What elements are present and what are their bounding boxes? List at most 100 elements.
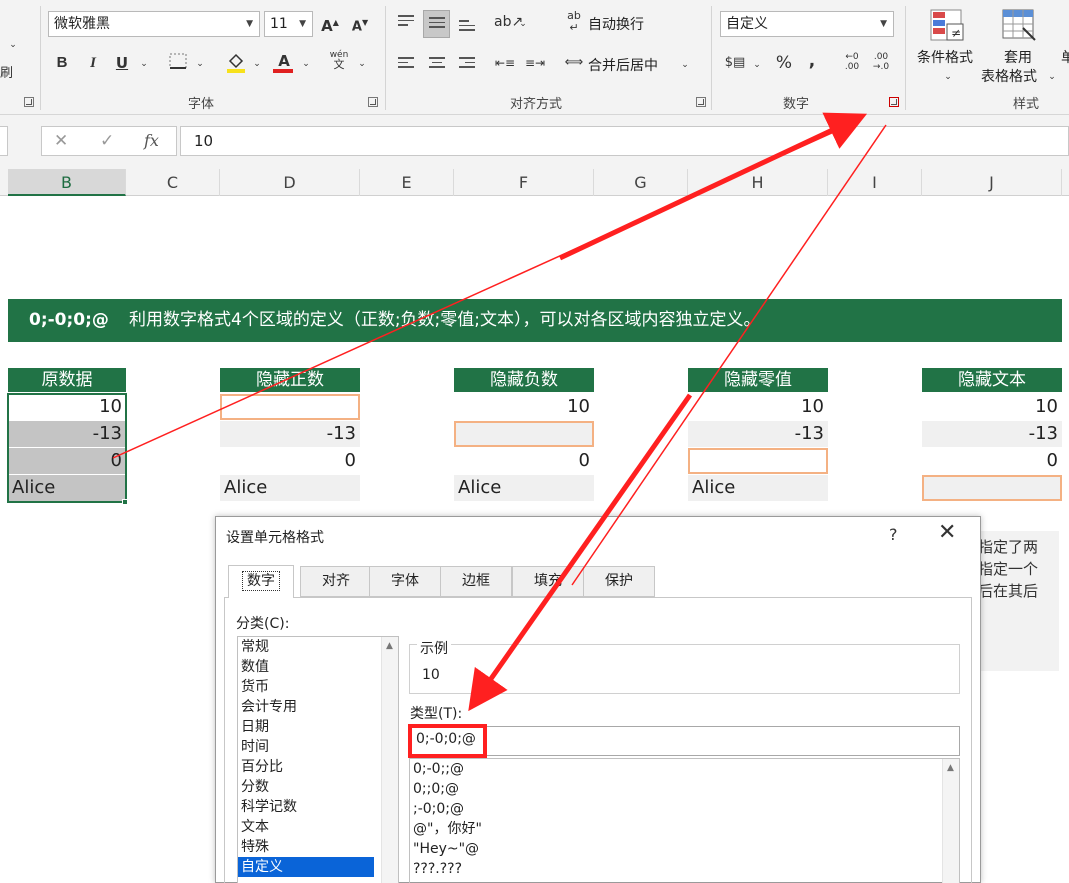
table-cell[interactable]: Alice — [688, 475, 828, 501]
chevron-down-icon[interactable]: ⌄ — [751, 54, 763, 76]
column-header-g[interactable]: G — [594, 169, 688, 196]
type-input[interactable] — [409, 726, 960, 756]
table-cell[interactable]: -13 — [688, 421, 828, 447]
comma-button[interactable]: , — [804, 50, 820, 72]
list-item[interactable]: 0;-0;;@ — [410, 759, 959, 779]
list-item[interactable]: ;-0;0;@ — [410, 799, 959, 819]
table-cell[interactable]: Alice — [454, 475, 594, 501]
chevron-down-icon[interactable]: ⌄ — [6, 34, 20, 56]
formula-input[interactable]: 10 — [180, 126, 1069, 156]
align-bottom-icon[interactable] — [459, 20, 475, 34]
increase-indent-icon[interactable]: ≡⇥ — [524, 52, 546, 74]
column-header-e[interactable]: E — [360, 169, 454, 196]
tab-number[interactable]: 数字 — [228, 565, 294, 598]
list-item[interactable]: 文本 — [238, 817, 374, 837]
font-launcher-icon[interactable] — [368, 97, 378, 107]
column-header-c[interactable]: C — [126, 169, 220, 196]
format-list[interactable]: 0;-0;;@ 0;;0;@ ;-0;0;@ @"，你好" "Hey~"@ ??… — [409, 758, 960, 883]
table-cell-hidden[interactable] — [454, 421, 594, 447]
list-item[interactable]: 数值 — [238, 657, 374, 677]
accounting-format-icon[interactable]: $▤ — [724, 52, 746, 74]
align-top-icon[interactable] — [398, 15, 414, 29]
list-item[interactable]: @"，你好" — [410, 819, 959, 839]
chevron-down-icon[interactable]: ⌄ — [356, 53, 368, 75]
tab-fill[interactable]: 填充 — [512, 566, 584, 597]
list-item[interactable]: 0;;0;@ — [410, 779, 959, 799]
table-cell[interactable]: 10 — [922, 394, 1062, 420]
column-header-f[interactable]: F — [454, 169, 594, 196]
chevron-down-icon[interactable]: ⌄ — [194, 53, 206, 75]
list-item[interactable]: 分数 — [238, 777, 374, 797]
list-item-selected[interactable]: 自定义 — [238, 857, 374, 877]
number-format-combo[interactable]: 自定义 ▼ — [720, 11, 894, 37]
wrap-text-button[interactable]: 自动换行 — [588, 14, 644, 34]
grow-font-button[interactable]: A▲ — [320, 12, 340, 37]
chevron-down-icon[interactable]: ⌄ — [1046, 66, 1058, 88]
list-item[interactable]: 常规 — [238, 637, 374, 657]
list-item[interactable]: 日期 — [238, 717, 374, 737]
chevron-down-icon[interactable]: ⌄ — [517, 13, 529, 35]
table-cell[interactable]: 10 — [454, 394, 594, 420]
tab-font[interactable]: 字体 — [369, 566, 441, 597]
table-cell[interactable]: 0 — [220, 448, 360, 474]
align-right-icon[interactable] — [459, 57, 475, 71]
format-list-scrollbar[interactable]: ▲ — [942, 759, 959, 883]
close-icon[interactable]: ✕ — [938, 520, 956, 545]
table-cell-hidden[interactable] — [688, 448, 828, 474]
table-format-label-1[interactable]: 套用 — [1004, 47, 1032, 67]
table-cell-hidden[interactable] — [922, 475, 1062, 501]
list-item[interactable]: "Hey~"@ — [410, 839, 959, 859]
clipboard-launcher-icon[interactable] — [24, 97, 34, 107]
italic-button[interactable]: I — [84, 52, 102, 74]
category-scrollbar[interactable]: ▲ — [381, 637, 398, 883]
chevron-down-icon[interactable]: ⌄ — [251, 53, 263, 75]
title-banner[interactable]: 0;-0;0;@ 利用数字格式4个区域的定义（正数;负数;零值;文本），可以对各… — [8, 299, 1062, 342]
scroll-up-icon[interactable]: ▲ — [386, 641, 393, 651]
list-item[interactable]: 科学记数 — [238, 797, 374, 817]
table-cell[interactable]: 10 — [688, 394, 828, 420]
align-center-icon[interactable] — [429, 57, 445, 71]
table-cell[interactable]: Alice — [220, 475, 360, 501]
tab-protection[interactable]: 保护 — [583, 566, 655, 597]
shrink-font-button[interactable]: A▼ — [350, 12, 370, 38]
fill-handle[interactable] — [122, 499, 128, 505]
table-cell[interactable]: 0 — [922, 448, 1062, 474]
number-launcher-icon[interactable] — [889, 97, 899, 107]
table-format-button[interactable]: 表格格式 — [981, 66, 1037, 86]
column-header-i[interactable]: I — [828, 169, 922, 196]
category-list[interactable]: 常规 数值 货币 会计专用 日期 时间 百分比 分数 科学记数 文本 特殊 自定… — [237, 636, 399, 883]
underline-button[interactable]: U — [113, 52, 131, 74]
enter-icon[interactable]: ✓ — [100, 131, 114, 151]
chevron-down-icon[interactable]: ⌄ — [300, 53, 312, 75]
table-cell-hidden[interactable] — [220, 394, 360, 420]
list-item[interactable]: 百分比 — [238, 757, 374, 777]
table-header-hide-positive[interactable]: 隐藏正数 — [220, 368, 360, 392]
insert-function-icon[interactable]: fx — [144, 131, 159, 150]
fill-color-icon[interactable] — [224, 51, 248, 79]
list-item[interactable]: 货币 — [238, 677, 374, 697]
scroll-up-icon[interactable]: ▲ — [947, 763, 954, 773]
font-color-button[interactable]: A — [273, 50, 295, 73]
table-header-hide-negative[interactable]: 隐藏负数 — [454, 368, 594, 392]
column-header-h[interactable]: H — [688, 169, 828, 196]
percent-button[interactable]: % — [774, 52, 794, 74]
format-painter-label[interactable]: 刷 — [0, 63, 13, 85]
column-header-d[interactable]: D — [220, 169, 360, 196]
bold-button[interactable]: B — [53, 52, 71, 74]
table-cell[interactable]: -13 — [220, 421, 360, 447]
name-box[interactable] — [0, 126, 8, 156]
list-item[interactable]: ???.??? — [410, 859, 959, 879]
phonetic-button[interactable]: wén 文 — [328, 50, 350, 70]
tab-alignment[interactable]: 对齐 — [300, 566, 372, 597]
chevron-down-icon[interactable]: ⌄ — [679, 54, 691, 76]
table-cell[interactable]: -13 — [922, 421, 1062, 447]
align-left-icon[interactable] — [398, 57, 414, 71]
table-header-hide-text[interactable]: 隐藏文本 — [922, 368, 1062, 392]
decrease-decimal-button[interactable]: .00 →.0 — [869, 52, 893, 72]
cell-style-button[interactable]: 单 — [1061, 47, 1069, 67]
list-item[interactable]: 特殊 — [238, 837, 374, 857]
decrease-indent-icon[interactable]: ⇤≡ — [494, 52, 516, 74]
merge-center-button[interactable]: 合并后居中 — [588, 55, 658, 75]
increase-decimal-button[interactable]: ←0.00 — [840, 52, 864, 72]
orientation-icon[interactable]: ab↗ — [494, 11, 523, 33]
